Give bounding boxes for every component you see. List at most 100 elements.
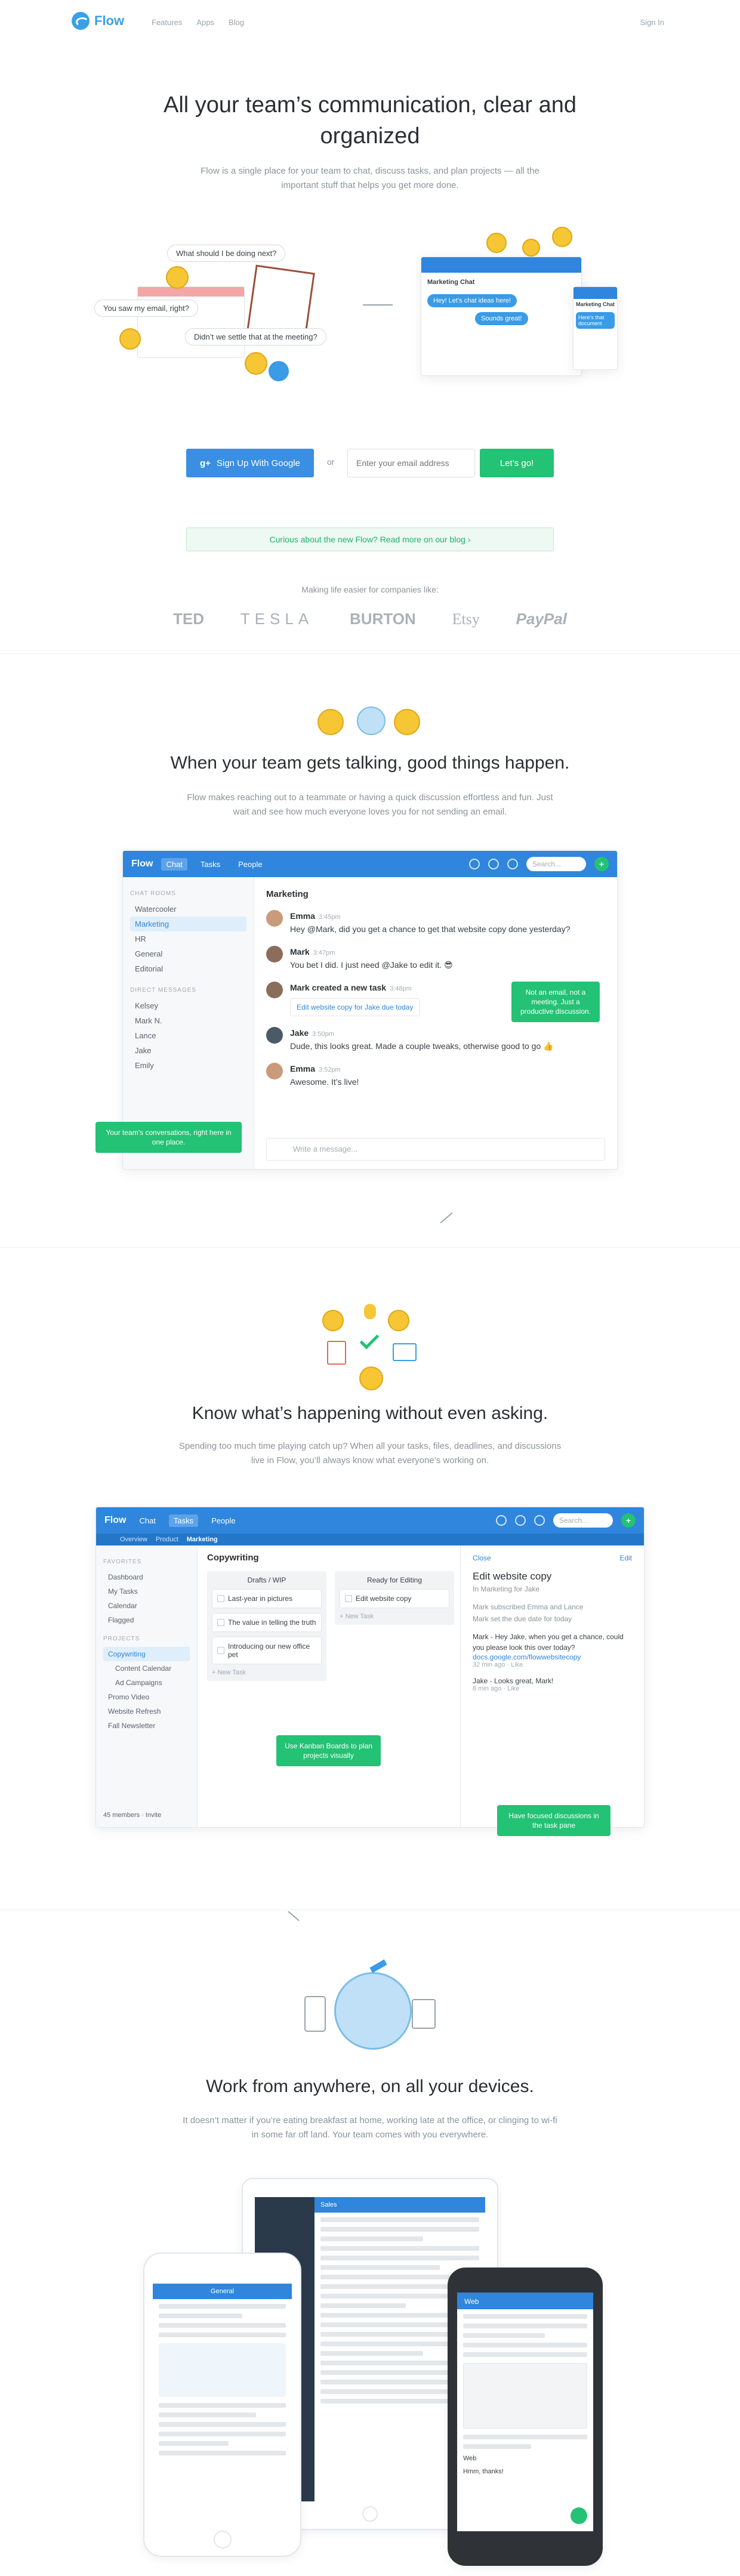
project-copywriting[interactable]: Copywriting — [103, 1647, 190, 1661]
task-card[interactable]: Introducing our new office pet — [212, 1637, 322, 1664]
tasks-illustration — [322, 1304, 424, 1393]
bell-icon[interactable] — [534, 1515, 545, 1526]
message-time: 3:48pm — [390, 985, 412, 992]
avatar — [266, 946, 283, 962]
sign-in-link[interactable]: Sign In — [640, 18, 664, 27]
room-watercooler[interactable]: Watercooler — [130, 902, 246, 917]
flow-preview-window: Marketing Chat Hey! Let’s chat ideas her… — [421, 257, 582, 376]
subnav-product[interactable]: Product — [156, 1536, 178, 1543]
logo-etsy: Etsy — [452, 610, 480, 628]
comment-time: 32 min ago · Like — [473, 1661, 523, 1668]
search-input[interactable]: Search... — [553, 1513, 613, 1528]
flow-logo[interactable]: Flow — [72, 12, 124, 30]
doc-link[interactable]: docs.google.com/flowwebsitecopy — [473, 1653, 632, 1661]
hero-title: All your team’s communication, clear and… — [163, 92, 577, 149]
lightbulb-icon — [364, 1304, 376, 1319]
close-pane-button[interactable]: Close — [473, 1554, 491, 1562]
search-input[interactable]: Search... — [526, 857, 586, 871]
tab-people[interactable]: People — [206, 1514, 240, 1527]
new-task-link[interactable]: + New Task — [340, 1613, 449, 1620]
checkbox[interactable] — [345, 1595, 352, 1602]
task-chip[interactable]: Edit website copy for Jake due today — [290, 998, 420, 1016]
room-marketing[interactable]: Marketing — [130, 917, 246, 931]
fav-flagged[interactable]: Flagged — [103, 1613, 190, 1627]
dm-kelsey[interactable]: Kelsey — [130, 998, 246, 1013]
subnav-marketing[interactable]: Marketing — [187, 1536, 218, 1543]
shared-image — [159, 2343, 286, 2397]
help-icon[interactable] — [496, 1515, 507, 1526]
tab-chat[interactable]: Chat — [161, 857, 187, 871]
notification-icon[interactable] — [488, 859, 499, 869]
task-title: Edit website copy — [473, 1571, 552, 1582]
tab-tasks[interactable]: Tasks — [168, 1514, 199, 1527]
project-website-refresh[interactable]: Website Refresh — [103, 1704, 190, 1719]
rooms-header: CHAT ROOMS — [130, 890, 176, 897]
tip-kanban: Use Kanban Boards to plan projects visua… — [276, 1735, 381, 1766]
task-card[interactable]: Edit website copy — [340, 1589, 449, 1608]
room-general[interactable]: General — [130, 946, 246, 961]
project-promo-video[interactable]: Promo Video — [103, 1690, 190, 1704]
task-card[interactable]: Last-year in pictures — [212, 1589, 322, 1608]
project-ad-campaigns[interactable]: Ad Campaigns — [103, 1676, 190, 1690]
new-task-link[interactable]: + New Task — [212, 1669, 322, 1676]
mail-icon — [269, 361, 289, 381]
tab-people[interactable]: People — [233, 858, 267, 871]
add-button[interactable]: + — [621, 1513, 636, 1528]
fav-dashboard[interactable]: Dashboard — [103, 1570, 190, 1584]
send-fab-icon[interactable] — [571, 2507, 587, 2524]
mobile-preview-msg: Here’s that document — [576, 312, 615, 329]
google-signup-button[interactable]: g+ Sign Up With Google — [186, 449, 314, 477]
fav-my-tasks[interactable]: My Tasks — [103, 1584, 190, 1599]
message-text: Hey @Mark, did you get a chance to get t… — [290, 924, 571, 934]
hero-illustration-flow: Marketing Chat Hey! Let’s chat ideas her… — [421, 227, 618, 388]
message-author: Jake — [290, 1028, 309, 1038]
tip-conversations: Your team’s conversations, right here in… — [95, 1122, 242, 1153]
members-count[interactable]: 45 members · Invite — [103, 1812, 161, 1819]
column-title: Ready for Editing — [366, 1576, 423, 1584]
dm-emily[interactable]: Emily — [130, 1058, 246, 1073]
worried-emoji-icon — [166, 266, 189, 289]
task-card[interactable]: The value in telling the truth — [212, 1613, 322, 1632]
flow-preview-mobile: Marketing Chat Here’s that document — [573, 286, 618, 370]
dm-jake[interactable]: Jake — [130, 1043, 246, 1058]
calendar-icon — [393, 1343, 417, 1361]
room-editorial[interactable]: Editorial — [130, 961, 246, 976]
bell-icon[interactable] — [507, 859, 518, 869]
notification-icon[interactable] — [515, 1515, 526, 1526]
android-message: Web — [463, 2455, 477, 2462]
tab-tasks[interactable]: Tasks — [196, 858, 225, 871]
grin-emoji-icon — [359, 1366, 383, 1390]
home-button[interactable] — [362, 2506, 378, 2522]
section-divider — [0, 653, 740, 654]
checkbox[interactable] — [217, 1595, 224, 1602]
globe-icon — [334, 1972, 412, 2050]
help-icon[interactable] — [469, 859, 480, 869]
email-input[interactable] — [347, 449, 475, 477]
home-button[interactable] — [214, 2531, 232, 2549]
dm-lance[interactable]: Lance — [130, 1028, 246, 1043]
edit-task-button[interactable]: Edit — [619, 1554, 632, 1562]
kanban-column: Ready for Editing Edit website copy + Ne… — [335, 1571, 454, 1625]
comment: Mark - Hey Jake, when you get a chance, … — [473, 1633, 624, 1652]
bubble-email: You saw my email, right? — [94, 300, 199, 317]
mobile-preview-title: Marketing Chat — [576, 301, 615, 307]
subnav-overview[interactable]: Overview — [120, 1536, 147, 1543]
dm-mark[interactable]: Mark N. — [130, 1013, 246, 1028]
add-button[interactable]: + — [594, 857, 609, 871]
google-signup-label: Sign Up With Google — [216, 458, 300, 468]
lets-go-button[interactable]: Let’s go! — [480, 449, 554, 477]
fav-calendar[interactable]: Calendar — [103, 1599, 190, 1613]
project-content-calendar[interactable]: Content Calendar — [103, 1661, 190, 1676]
message-composer[interactable]: Write a message... — [266, 1138, 605, 1161]
blog-banner[interactable]: Curious about the new Flow? Read more on… — [186, 527, 554, 551]
nav-link-blog[interactable]: Blog — [229, 18, 244, 27]
room-hr[interactable]: HR — [130, 931, 246, 946]
project-fall-newsletter[interactable]: Fall Newsletter — [103, 1719, 190, 1733]
message-time: 3:50pm — [312, 1031, 334, 1038]
tab-chat[interactable]: Chat — [134, 1514, 160, 1527]
message: Mark 3:47pm You bet I did. I just need @Ja… — [266, 946, 605, 971]
checkbox[interactable] — [217, 1619, 224, 1626]
nav-link-features[interactable]: Features — [152, 18, 182, 27]
nav-link-apps[interactable]: Apps — [196, 18, 214, 27]
checkbox[interactable] — [217, 1647, 224, 1654]
